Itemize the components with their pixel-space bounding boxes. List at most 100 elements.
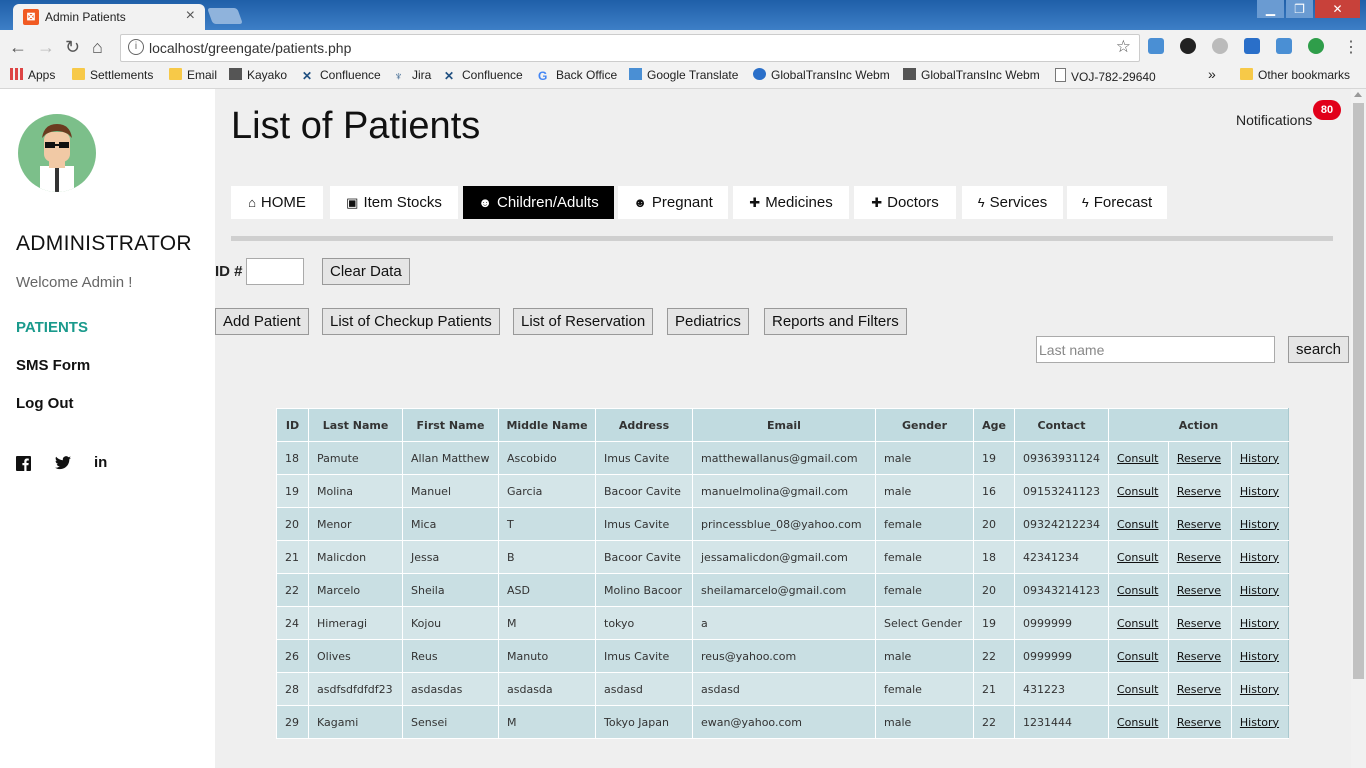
history-link[interactable]: History xyxy=(1240,452,1279,465)
list-reservation-button[interactable]: List of Reservation xyxy=(513,308,654,335)
sidebar-item-log-out[interactable]: Log Out xyxy=(16,395,73,412)
bookmark-back-office[interactable]: G Back Office xyxy=(538,68,617,82)
bookmark-confluence-2[interactable]: ✕ Confluence xyxy=(444,68,523,82)
consult-link[interactable]: Consult xyxy=(1117,716,1158,729)
page-scrollbar[interactable] xyxy=(1351,89,1366,768)
tab-close-icon[interactable]: × xyxy=(186,7,195,25)
consult-link[interactable]: Consult xyxy=(1117,452,1158,465)
reserve-link[interactable]: Reserve xyxy=(1177,452,1221,465)
clear-data-button[interactable]: Clear Data xyxy=(322,258,410,285)
tab-item-stocks[interactable]: ▣ Item Stocks xyxy=(330,186,458,219)
consult-link[interactable]: Consult xyxy=(1117,551,1158,564)
extension-new-icon[interactable] xyxy=(1308,38,1324,54)
new-tab-button[interactable] xyxy=(207,8,243,24)
bookmark-other[interactable]: Other bookmarks xyxy=(1240,68,1350,82)
extension-translate-icon[interactable] xyxy=(1148,38,1164,54)
history-link[interactable]: History xyxy=(1240,617,1279,630)
extension-app-icon[interactable] xyxy=(1244,38,1260,54)
consult-link[interactable]: Consult xyxy=(1117,584,1158,597)
column-header-email: Email xyxy=(692,408,876,442)
cell-middle-name: M xyxy=(498,606,596,640)
linkedin-icon[interactable]: in xyxy=(94,454,107,471)
consult-link[interactable]: Consult xyxy=(1117,617,1158,630)
tab-children-adults[interactable]: ☻ Children/Adults xyxy=(463,186,614,219)
tab-home[interactable]: ⌂ HOME xyxy=(231,186,323,219)
bookmark-confluence[interactable]: ✕ Confluence xyxy=(302,68,381,82)
table-row: 18 Pamute Allan Matthew Ascobido Imus Cavite… xyxy=(276,441,1290,475)
back-arrow-icon[interactable]: ← xyxy=(9,37,27,58)
reserve-link[interactable]: Reserve xyxy=(1177,716,1221,729)
scroll-up-arrow-icon[interactable] xyxy=(1354,92,1362,97)
bookmarks-overflow-chevron[interactable]: » xyxy=(1208,66,1216,82)
consult-link[interactable]: Consult xyxy=(1117,683,1158,696)
consult-link[interactable]: Consult xyxy=(1117,518,1158,531)
bookmark-globaltrans-2[interactable]: GlobalTransInc Webm xyxy=(903,68,1039,82)
reserve-link[interactable]: Reserve xyxy=(1177,551,1221,564)
reserve-link[interactable]: Reserve xyxy=(1177,518,1221,531)
bookmark-globaltrans-1[interactable]: GlobalTransInc Webm xyxy=(753,68,889,82)
minimize-icon[interactable]: ▁ xyxy=(1257,0,1284,18)
history-link[interactable]: History xyxy=(1240,485,1279,498)
reserve-link[interactable]: Reserve xyxy=(1177,617,1221,630)
pediatrics-button[interactable]: Pediatrics xyxy=(667,308,749,335)
reload-icon[interactable]: ↻ xyxy=(65,37,80,58)
tab-services[interactable]: ϟ Services xyxy=(962,186,1063,219)
history-link[interactable]: History xyxy=(1240,716,1279,729)
cell-action: Reserve xyxy=(1167,474,1232,508)
cell-action: Reserve xyxy=(1167,573,1232,607)
tab-pregnant[interactable]: ☻ Pregnant xyxy=(618,186,728,219)
reserve-link[interactable]: Reserve xyxy=(1177,683,1221,696)
history-link[interactable]: History xyxy=(1240,650,1279,663)
forward-arrow-icon[interactable]: → xyxy=(37,37,55,58)
bookmark-jira[interactable]: ♆ Jira xyxy=(394,68,431,82)
bookmark-kayako[interactable]: Kayako xyxy=(229,68,287,82)
cell-address: Molino Bacoor xyxy=(595,573,693,607)
restore-icon[interactable]: ❐ xyxy=(1286,0,1313,18)
consult-link[interactable]: Consult xyxy=(1117,485,1158,498)
tab-doctors[interactable]: ✚ Doctors xyxy=(854,186,956,219)
sidebar-item-sms-form[interactable]: SMS Form xyxy=(16,357,90,374)
search-input[interactable] xyxy=(1036,336,1275,363)
tab-forecast[interactable]: ϟ Forecast xyxy=(1067,186,1167,219)
twitter-icon[interactable] xyxy=(55,456,71,474)
cell-middle-name: M xyxy=(498,705,596,739)
scrollbar-thumb[interactable] xyxy=(1353,103,1364,679)
extension-sync-icon[interactable] xyxy=(1180,38,1196,54)
close-window-icon[interactable]: ✕ xyxy=(1315,0,1360,18)
bookmark-star-icon[interactable]: ☆ xyxy=(1116,37,1131,57)
bookmark-voj[interactable]: VOJ-782-29640 xyxy=(1055,68,1156,84)
bookmark-email[interactable]: Email xyxy=(169,68,217,82)
address-bar[interactable]: i localhost/greengate/patients.php ☆ xyxy=(120,34,1140,62)
reserve-link[interactable]: Reserve xyxy=(1177,584,1221,597)
bookmark-apps[interactable]: Apps xyxy=(10,68,55,82)
browser-tab[interactable]: ⊠ Admin Patients × xyxy=(13,4,205,30)
history-link[interactable]: History xyxy=(1240,518,1279,531)
history-link[interactable]: History xyxy=(1240,551,1279,564)
extension-spotify-icon[interactable] xyxy=(1212,38,1228,54)
cell-address: Bacoor Cavite xyxy=(595,540,693,574)
facebook-icon[interactable] xyxy=(16,456,31,475)
home-browser-icon[interactable]: ⌂ xyxy=(92,37,103,58)
reports-filters-button[interactable]: Reports and Filters xyxy=(764,308,907,335)
cell-contact: 09153241123 xyxy=(1014,474,1109,508)
sidebar-item-patients[interactable]: PATIENTS xyxy=(16,319,88,336)
info-icon[interactable]: i xyxy=(128,39,144,55)
cell-age: 16 xyxy=(973,474,1015,508)
url-text[interactable]: localhost/greengate/patients.php xyxy=(149,40,351,56)
reserve-link[interactable]: Reserve xyxy=(1177,650,1221,663)
bookmark-google-translate[interactable]: Google Translate xyxy=(629,68,738,82)
sidebar: ADMINISTRATOR Welcome Admin ! PATIENTS S… xyxy=(0,89,215,768)
consult-link[interactable]: Consult xyxy=(1117,650,1158,663)
bookmark-settlements[interactable]: Settlements xyxy=(72,68,153,82)
reserve-link[interactable]: Reserve xyxy=(1177,485,1221,498)
search-button[interactable]: search xyxy=(1288,336,1350,363)
id-input[interactable] xyxy=(246,258,304,285)
notifications-link[interactable]: Notifications xyxy=(1236,112,1312,128)
history-link[interactable]: History xyxy=(1240,584,1279,597)
extension-google-translate-icon[interactable] xyxy=(1276,38,1292,54)
menu-kebab-icon[interactable]: ⋮ xyxy=(1343,37,1359,57)
list-checkup-patients-button[interactable]: List of Checkup Patients xyxy=(322,308,500,335)
tab-medicines[interactable]: ✚ Medicines xyxy=(733,186,849,219)
history-link[interactable]: History xyxy=(1240,683,1279,696)
add-patient-button[interactable]: Add Patient xyxy=(215,308,309,335)
